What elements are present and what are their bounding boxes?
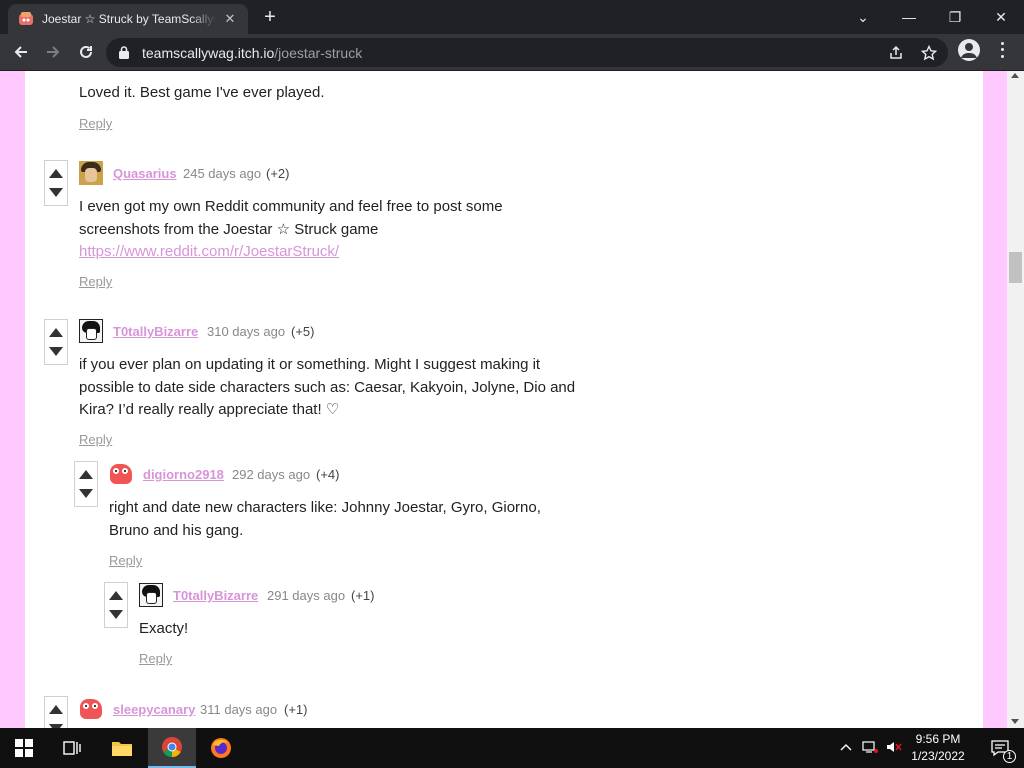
address-bar[interactable]: teamscallywag.itch.io/joestar-struck [106,38,948,67]
downvote-icon[interactable] [49,188,63,197]
task-view-icon[interactable] [48,728,96,768]
volume-muted-icon[interactable] [886,740,902,757]
comment-text: Exacty! [139,620,189,637]
tab-title: Joestar ☆ Struck by TeamScallywag [42,12,216,26]
browser-toolbar: teamscallywag.itch.io/joestar-struck [0,34,1024,71]
scroll-down-arrow-icon[interactable] [1011,719,1019,724]
url-path: /joestar-struck [274,45,363,61]
reply-link[interactable]: Reply [139,651,172,666]
scroll-up-arrow-icon[interactable] [1011,73,1019,78]
comment-username[interactable]: sleepycanary [113,702,195,717]
windows-start-icon[interactable] [0,728,48,768]
comment-text: I even got my own Reddit community and f… [79,196,529,264]
avatar[interactable] [79,161,103,185]
comment-score: (+1) [351,588,375,603]
vote-box [74,461,98,507]
comment-username[interactable]: T0tallyBizarre [173,588,258,603]
page-viewport: Loved it. Best game I've ever played. Re… [0,71,1024,728]
reply-link[interactable]: Reply [109,553,142,568]
page-scrollbar[interactable] [1007,71,1024,728]
notification-center-icon[interactable]: 1 [976,728,1024,768]
comment-date[interactable]: 291 days ago [267,588,345,603]
clock-date: 1/23/2022 [911,749,965,763]
tab-list-icon[interactable]: ⌄ [840,0,886,34]
comment-username[interactable]: T0tallyBizarre [113,324,198,339]
comment-score: (+4) [316,467,340,482]
bookmark-star-icon[interactable] [919,43,939,63]
restore-button[interactable]: ❐ [932,0,978,34]
tab-close-icon[interactable]: ✕ [222,11,238,27]
reload-icon[interactable] [73,39,99,65]
comment-text: right and date new characters like: John… [109,499,541,539]
comment-score: (+5) [291,324,315,339]
file-explorer-icon[interactable] [98,728,146,768]
comment-date[interactable]: 310 days ago [207,324,285,339]
clock-time: 9:56 PM [915,732,961,746]
browser-menu-icon[interactable] [995,40,1009,60]
upvote-icon[interactable] [49,328,63,337]
avatar[interactable] [109,462,133,486]
close-window-button[interactable]: ✕ [978,0,1024,34]
avatar[interactable] [79,319,103,343]
browser-tab[interactable]: Joestar ☆ Struck by TeamScallywag ✕ [8,4,248,34]
url-text: teamscallywag.itch.io/joestar-struck [142,45,362,61]
profile-avatar-icon[interactable] [958,39,980,61]
upvote-icon[interactable] [79,470,93,479]
new-tab-button[interactable]: + [258,5,282,29]
lock-icon [118,46,130,64]
reply-link[interactable]: Reply [79,116,112,131]
system-clock[interactable]: 9:56 PM 1/23/2022 [906,731,970,765]
itch-favicon-icon [18,11,34,27]
downvote-icon[interactable] [79,489,93,498]
comment-date[interactable]: 245 days ago [183,166,261,181]
url-domain: teamscallywag.itch.io [142,45,275,61]
share-icon[interactable] [886,43,906,63]
reddit-link[interactable]: https://www.reddit.com/r/JoestarStruck/ [79,243,339,260]
vote-box [44,160,68,206]
vote-box [104,582,128,628]
avatar[interactable] [79,697,103,721]
upvote-icon[interactable] [49,169,63,178]
comment-username[interactable]: digiorno2918 [143,467,224,482]
show-hidden-icons-icon[interactable] [840,740,852,755]
vote-box [44,696,68,728]
minimize-button[interactable]: — [886,0,932,34]
reply-link[interactable]: Reply [79,274,112,289]
upvote-icon[interactable] [109,591,123,600]
comment-date[interactable]: 311 days ago [200,702,277,717]
comment-score: (+1) [284,702,308,717]
avatar[interactable] [139,583,163,607]
network-icon[interactable] [862,740,878,757]
comment-text: if you ever plan on updating it or somet… [79,356,576,418]
forward-arrow-icon[interactable] [40,39,66,65]
upvote-icon[interactable] [49,705,63,714]
vote-box [44,319,68,365]
reply-link[interactable]: Reply [79,432,112,447]
comment-score: (+2) [266,166,290,181]
downvote-icon[interactable] [109,610,123,619]
downvote-icon[interactable] [49,347,63,356]
comment-username[interactable]: Quasarius [113,166,177,181]
scroll-thumb[interactable] [1009,252,1022,283]
chrome-icon[interactable] [148,728,196,768]
back-arrow-icon[interactable] [8,39,34,65]
comment-text: Loved it. Best game I've ever played. [79,84,325,101]
firefox-icon[interactable] [197,728,245,768]
notification-count-badge: 1 [1003,750,1016,763]
comment-date[interactable]: 292 days ago [232,467,310,482]
windows-taskbar: 9:56 PM 1/23/2022 1 [0,728,1024,768]
browser-tab-bar: Joestar ☆ Struck by TeamScallywag ✕ + ⌄ … [0,0,1024,34]
comment-body: I even got my own Reddit community and f… [79,198,503,238]
